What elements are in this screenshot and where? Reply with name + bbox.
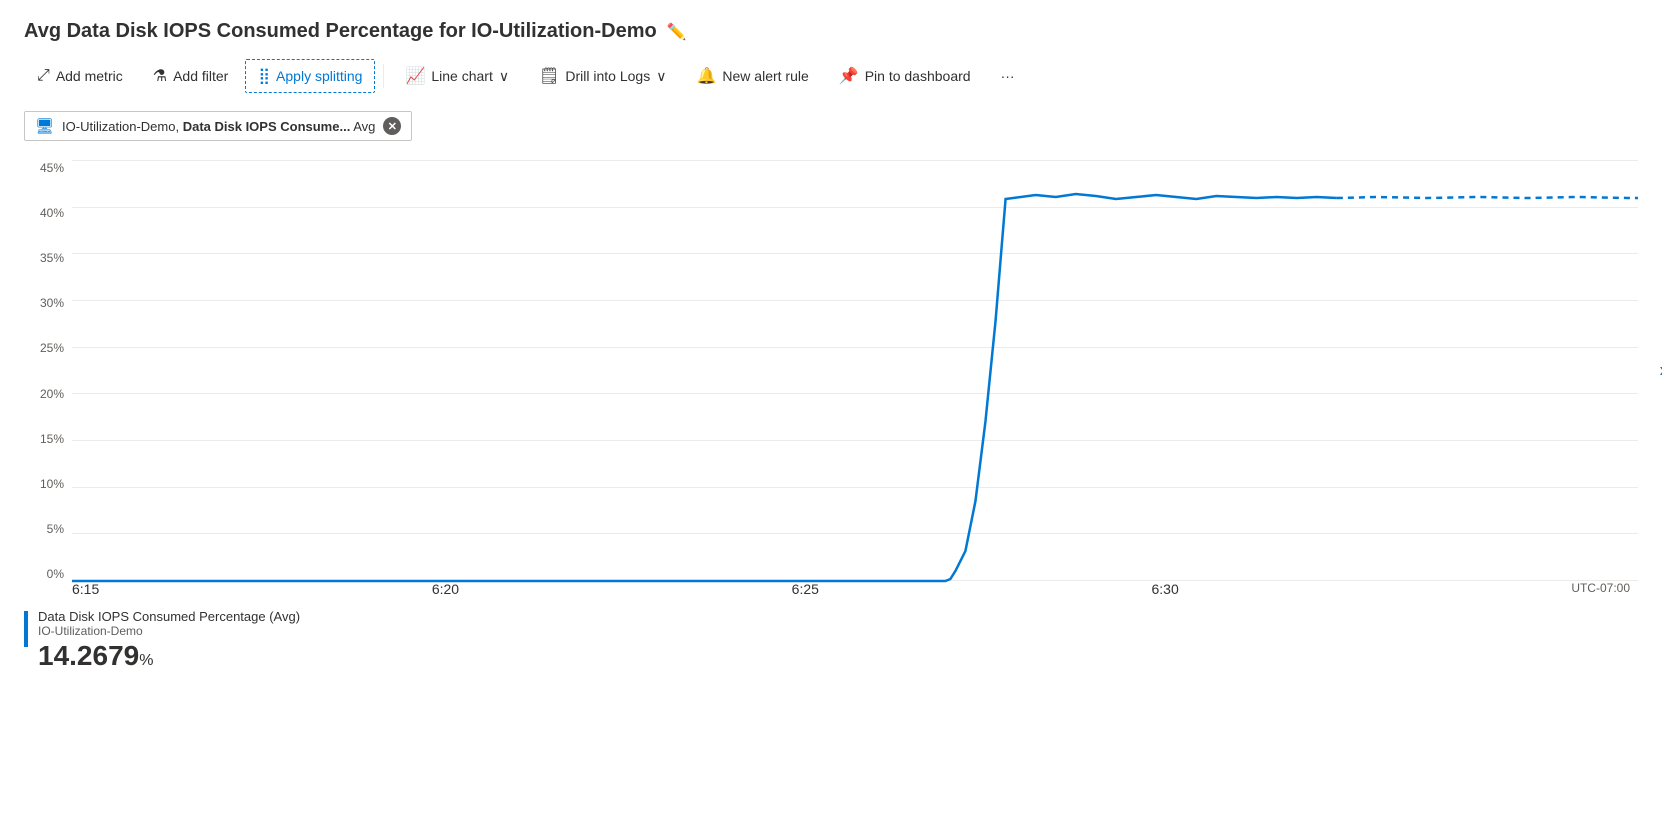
- line-chart-chevron-icon: ∨: [499, 68, 509, 85]
- new-alert-rule-button[interactable]: 🔔 New alert rule: [683, 59, 821, 93]
- y-label-5: 5%: [24, 522, 64, 536]
- x-axis-labels: 6:15 6:20 6:25 6:30: [72, 581, 1571, 597]
- y-axis: 0% 5% 10% 15% 20% 25% 30% 35% 40% 45%: [24, 161, 72, 581]
- y-label-45: 45%: [24, 161, 64, 175]
- more-options-button[interactable]: ···: [988, 61, 1028, 91]
- legend-title: Data Disk IOPS Consumed Percentage (Avg): [38, 609, 300, 624]
- x-label-615: 6:15: [72, 581, 99, 597]
- drill-logs-chevron-icon: ∨: [656, 68, 666, 85]
- metric-tag-close-button[interactable]: ✕: [383, 117, 401, 135]
- line-chart-icon: 📈: [405, 66, 425, 86]
- metric-tag: 🖥 IO-Utilization-Demo, Data Disk IOPS Co…: [24, 111, 412, 141]
- page-title: Avg Data Disk IOPS Consumed Percentage f…: [24, 20, 657, 43]
- alert-rule-icon: 🔔: [696, 66, 716, 86]
- y-label-30: 30%: [24, 296, 64, 310]
- add-filter-icon: ⚗: [153, 66, 167, 86]
- add-metric-button[interactable]: ⤢ Add metric: [24, 60, 136, 92]
- chart-plot: ›: [72, 161, 1638, 581]
- vm-icon: 🖥: [35, 117, 54, 135]
- line-chart-button[interactable]: 📈 Line chart ∨: [392, 59, 522, 93]
- y-label-15: 15%: [24, 432, 64, 446]
- legend-info: Data Disk IOPS Consumed Percentage (Avg)…: [38, 609, 300, 672]
- y-label-35: 35%: [24, 251, 64, 265]
- legend-value: 14.2679%: [38, 640, 300, 672]
- y-label-40: 40%: [24, 206, 64, 220]
- x-label-630: 6:30: [1151, 581, 1178, 597]
- drill-into-logs-button[interactable]: 🗒 Drill into Logs ∨: [526, 59, 679, 93]
- toolbar: ⤢ Add metric ⚗ Add filter ⣿ Apply splitt…: [24, 59, 1638, 93]
- toolbar-separator-1: [383, 64, 384, 88]
- chart-line-dotted: [1337, 197, 1638, 198]
- legend-color-bar: [24, 611, 28, 647]
- utc-label: UTC-07:00: [1571, 581, 1630, 595]
- pin-to-dashboard-button[interactable]: 📌 Pin to dashboard: [826, 59, 984, 93]
- add-filter-button[interactable]: ⚗ Add filter: [140, 59, 242, 93]
- y-label-20: 20%: [24, 387, 64, 401]
- metric-tag-text: IO-Utilization-Demo, Data Disk IOPS Cons…: [62, 119, 375, 134]
- chart-area: 0% 5% 10% 15% 20% 25% 30% 35% 40% 45%: [24, 161, 1638, 581]
- edit-icon[interactable]: ✏️: [667, 22, 687, 42]
- x-label-620: 6:20: [432, 581, 459, 597]
- apply-splitting-button[interactable]: ⣿ Apply splitting: [245, 59, 375, 93]
- y-label-10: 10%: [24, 477, 64, 491]
- legend-subtitle: IO-Utilization-Demo: [38, 624, 300, 638]
- x-axis: 6:15 6:20 6:25 6:30 UTC-07:00: [72, 581, 1638, 597]
- y-label-0: 0%: [24, 567, 64, 581]
- page-container: Avg Data Disk IOPS Consumed Percentage f…: [0, 0, 1662, 688]
- x-label-625: 6:25: [792, 581, 819, 597]
- pin-icon: 📌: [839, 66, 859, 86]
- chart-line-solid: [72, 194, 1337, 581]
- apply-splitting-icon: ⣿: [258, 66, 270, 86]
- y-label-25: 25%: [24, 341, 64, 355]
- drill-logs-icon: 🗒: [539, 66, 559, 86]
- legend-item: Data Disk IOPS Consumed Percentage (Avg)…: [24, 609, 1638, 672]
- add-metric-icon: ⤢: [37, 67, 50, 85]
- title-row: Avg Data Disk IOPS Consumed Percentage f…: [24, 20, 1638, 43]
- legend-area: Data Disk IOPS Consumed Percentage (Avg)…: [24, 609, 1638, 672]
- chart-svg: [72, 161, 1638, 581]
